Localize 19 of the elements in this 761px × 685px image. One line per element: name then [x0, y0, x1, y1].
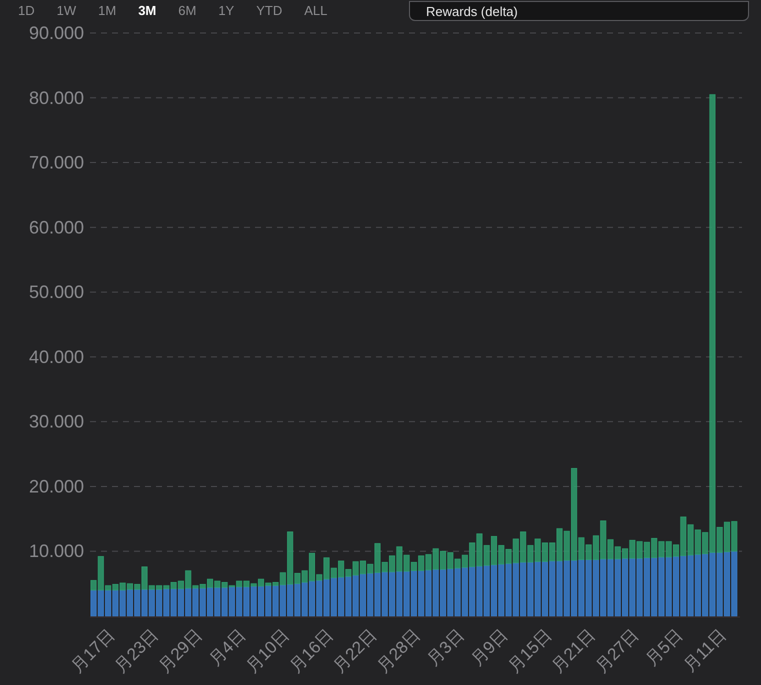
y-axis-label: 30.000	[28, 412, 84, 432]
range-tab[interactable]: ALL	[300, 2, 332, 20]
y-axis-label: 80.000	[28, 88, 84, 108]
range-tab[interactable]: 1Y	[214, 2, 238, 20]
y-axis-label: 60.000	[28, 217, 84, 238]
range-tab[interactable]: 6M	[174, 2, 200, 20]
y-axis-label: 10.000	[28, 541, 84, 562]
x-axis-label: 月3日	[424, 625, 468, 670]
y-axis-label: 70.000	[28, 152, 84, 173]
range-tab[interactable]: 1D	[14, 2, 39, 20]
range-tab[interactable]: YTD	[252, 2, 286, 20]
range-tab[interactable]: 1M	[94, 2, 120, 20]
y-axis-label: 40.000	[28, 346, 84, 367]
range-tab[interactable]: 1W	[52, 2, 80, 20]
y-axis-label: 50.000	[28, 282, 84, 302]
range-tab[interactable]: 3M	[134, 2, 160, 20]
y-axis-label: 20.000	[28, 476, 84, 496]
y-axis-label: 90.000	[28, 23, 84, 43]
metric-dropdown[interactable]: Rewards (delta)	[409, 1, 749, 21]
